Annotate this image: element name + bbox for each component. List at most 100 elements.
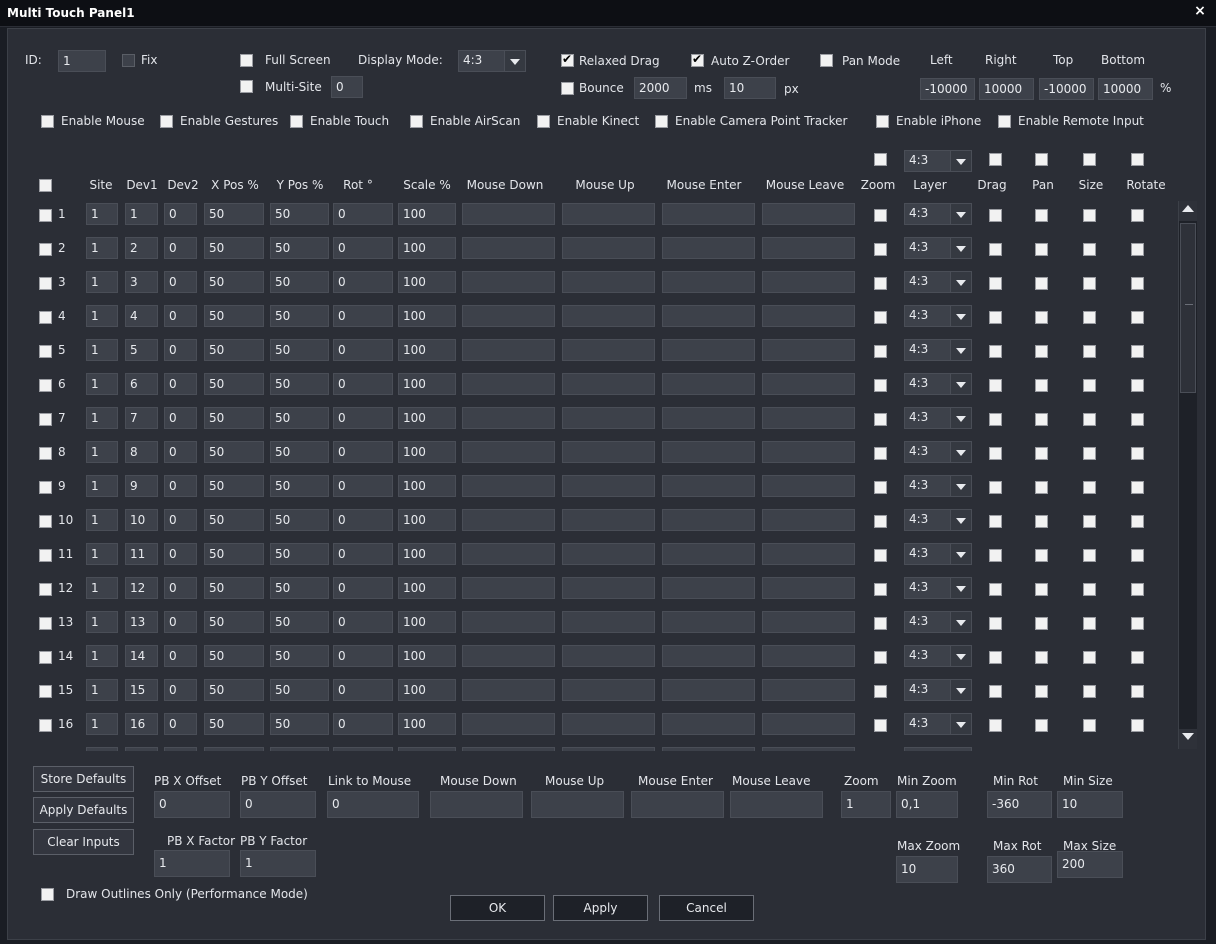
y-pos-input[interactable]: 50 (270, 203, 329, 225)
dev2-input[interactable]: 0 (164, 713, 197, 735)
dev2-input[interactable]: 0 (164, 305, 197, 327)
scroll-up-button[interactable] (1179, 201, 1197, 221)
dev2-input[interactable]: 0 (164, 237, 197, 259)
row-select-checkbox[interactable] (39, 311, 52, 324)
row-select-checkbox[interactable] (39, 413, 52, 426)
y-pos-input[interactable]: 50 (270, 509, 329, 531)
mouse-up-input[interactable] (531, 791, 624, 818)
scale-input[interactable]: 100 (398, 611, 456, 633)
dev2-input[interactable]: 0 (164, 407, 197, 429)
drag-checkbox[interactable] (989, 617, 1002, 630)
mouse-up-input[interactable] (562, 577, 655, 599)
pan-checkbox[interactable] (1035, 549, 1048, 562)
rot-input[interactable]: 0 (333, 577, 393, 599)
rot-input[interactable]: 0 (333, 339, 393, 361)
dev1-input[interactable]: 16 (125, 713, 158, 735)
enable-option-checkbox[interactable] (537, 115, 550, 128)
zoom-checkbox[interactable] (874, 617, 887, 630)
site-input[interactable]: 1 (86, 441, 118, 463)
x-pos-input[interactable]: 50 (204, 713, 264, 735)
site-input[interactable]: 1 (86, 475, 118, 497)
enable-option-checkbox[interactable] (998, 115, 1011, 128)
rotate-checkbox[interactable] (1131, 549, 1144, 562)
pby-offset-input[interactable]: 0 (240, 791, 316, 818)
layer-select[interactable]: 4:3 (904, 577, 972, 599)
dev2-input[interactable]: 0 (164, 475, 197, 497)
size-checkbox[interactable] (1083, 311, 1096, 324)
id-input[interactable]: 1 (58, 50, 106, 72)
y-pos-input[interactable]: 50 (270, 679, 329, 701)
x-pos-input[interactable]: 50 (204, 645, 264, 667)
size-checkbox[interactable] (1083, 583, 1096, 596)
dev1-input[interactable]: 13 (125, 611, 158, 633)
enable-option-checkbox[interactable] (410, 115, 423, 128)
scale-input[interactable]: 100 (398, 271, 456, 293)
mouse-up-input[interactable] (562, 543, 655, 565)
close-icon[interactable]: × (1192, 3, 1208, 21)
rot-input[interactable]: 0 (333, 611, 393, 633)
mouse-enter-input[interactable] (662, 679, 755, 701)
rotate-checkbox[interactable] (1131, 651, 1144, 664)
x-pos-input[interactable]: 50 (204, 339, 264, 361)
scale-input[interactable]: 100 (398, 679, 456, 701)
mouse-enter-input[interactable] (662, 339, 755, 361)
mouse-down-input[interactable] (462, 713, 555, 735)
mouse-down-input[interactable] (462, 373, 555, 395)
layer-all-select[interactable]: 4:3 (904, 150, 972, 172)
size-checkbox[interactable] (1083, 719, 1096, 732)
mouse-leave-input[interactable] (762, 475, 855, 497)
pan-checkbox[interactable] (1035, 345, 1048, 358)
x-pos-input[interactable]: 50 (204, 271, 264, 293)
size-checkbox[interactable] (1083, 277, 1096, 290)
scale-input[interactable]: 100 (398, 441, 456, 463)
site-input[interactable]: 1 (86, 271, 118, 293)
site-input[interactable]: 1 (86, 577, 118, 599)
mouse-enter-input[interactable] (662, 441, 755, 463)
mouse-down-input[interactable] (462, 645, 555, 667)
mouse-down-input[interactable] (462, 441, 555, 463)
rot-input[interactable]: 0 (333, 271, 393, 293)
mouse-enter-input[interactable] (662, 203, 755, 225)
dev2-input[interactable]: 0 (164, 645, 197, 667)
zoom-checkbox[interactable] (874, 447, 887, 460)
mouse-leave-input[interactable] (762, 305, 855, 327)
drag-checkbox[interactable] (989, 583, 1002, 596)
row-select-checkbox[interactable] (39, 243, 52, 256)
rotate-checkbox[interactable] (1131, 481, 1144, 494)
rotate-all-checkbox[interactable] (1131, 153, 1144, 166)
dev1-input[interactable]: 7 (125, 407, 158, 429)
row-select-checkbox[interactable] (39, 583, 52, 596)
zoom-checkbox[interactable] (874, 549, 887, 562)
site-input[interactable]: 1 (86, 645, 118, 667)
mouse-enter-input[interactable] (662, 645, 755, 667)
mouse-up-input[interactable] (562, 509, 655, 531)
mouse-leave-input[interactable] (730, 791, 823, 818)
mouse-up-input[interactable] (562, 373, 655, 395)
size-checkbox[interactable] (1083, 413, 1096, 426)
drag-checkbox[interactable] (989, 447, 1002, 460)
size-checkbox[interactable] (1083, 481, 1096, 494)
x-pos-input[interactable]: 50 (204, 373, 264, 395)
scale-input[interactable]: 100 (398, 509, 456, 531)
pan-checkbox[interactable] (1035, 311, 1048, 324)
dev2-input[interactable]: 0 (164, 271, 197, 293)
pan-checkbox[interactable] (1035, 617, 1048, 630)
mouse-enter-input[interactable] (631, 791, 724, 818)
rot-input[interactable]: 0 (333, 645, 393, 667)
scrollbar-thumb[interactable] (1180, 223, 1196, 393)
layer-select[interactable]: 4:3 (904, 441, 972, 463)
y-pos-input[interactable]: 50 (270, 373, 329, 395)
site-input[interactable]: 1 (86, 543, 118, 565)
zoom-checkbox[interactable] (874, 345, 887, 358)
y-pos-input[interactable]: 50 (270, 577, 329, 599)
max-size-input[interactable]: 200 (1057, 851, 1123, 878)
row-select-checkbox[interactable] (39, 685, 52, 698)
row-select-checkbox[interactable] (39, 447, 52, 460)
pan-checkbox[interactable] (1035, 413, 1048, 426)
dev2-input[interactable]: 0 (164, 611, 197, 633)
rot-input[interactable]: 0 (333, 441, 393, 463)
mouse-leave-input[interactable] (762, 271, 855, 293)
clear-inputs-button[interactable]: Clear Inputs (33, 829, 134, 855)
layer-select[interactable]: 4:3 (904, 237, 972, 259)
size-checkbox[interactable] (1083, 447, 1096, 460)
